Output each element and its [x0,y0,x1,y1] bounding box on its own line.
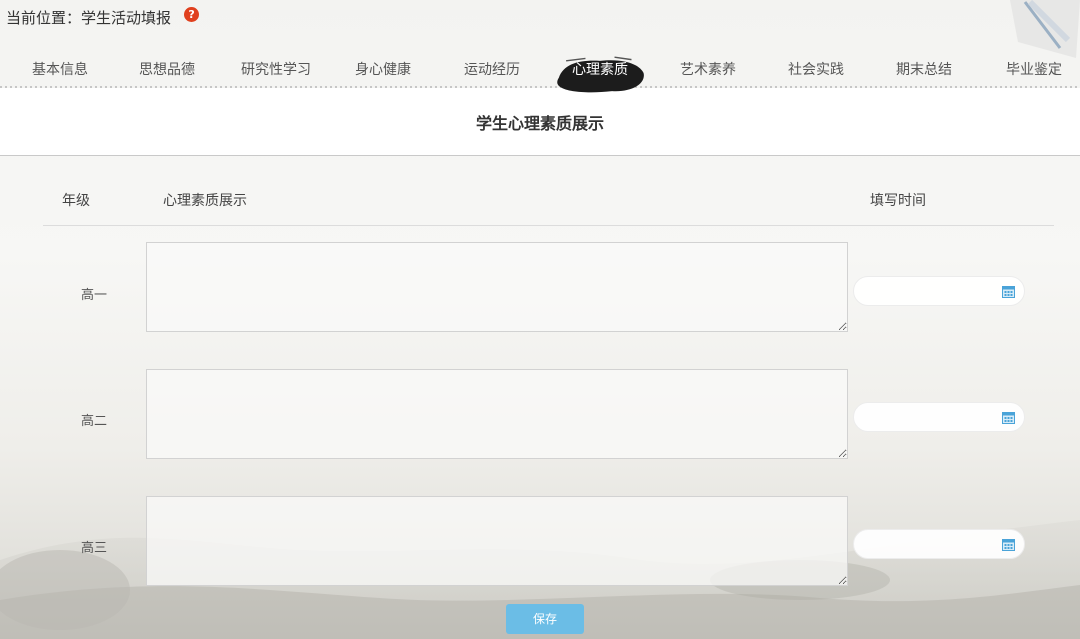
calendar-icon[interactable] [1002,285,1015,298]
tab-sports[interactable]: 运动经历 [462,54,522,86]
tab-semester-summary[interactable]: 期末总结 [894,54,954,86]
tab-health[interactable]: 身心健康 [353,54,413,86]
header-display: 心理素质展示 [163,193,247,209]
tab-research[interactable]: 研究性学习 [240,54,312,86]
psychology-textarea-3[interactable] [146,496,848,586]
calendar-icon[interactable] [1002,538,1015,551]
help-icon[interactable]: ? [184,7,200,22]
row-grade-2: 高二 [81,414,108,429]
calendar-icon[interactable] [1002,411,1015,424]
decorative-brush-icon [1010,0,1080,58]
header-grade: 年级 [62,193,90,209]
section-title: 学生心理素质展示 [475,114,604,133]
tab-art[interactable]: 艺术素养 [678,54,738,86]
title-divider [0,155,1080,156]
tab-divider [0,86,1080,88]
save-button[interactable]: 保存 [506,604,584,634]
row-grade-1: 高一 [81,288,108,303]
date-field-3[interactable] [853,529,1025,559]
date-field-1[interactable] [853,276,1025,306]
psychology-textarea-1[interactable] [146,242,848,332]
breadcrumb-current: 学生活动填报 [81,9,172,27]
header-divider [43,225,1054,226]
date-field-2[interactable] [853,402,1025,432]
breadcrumb-label: 当前位置： [6,9,82,27]
tab-graduation[interactable]: 毕业鉴定 [1004,54,1064,86]
row-grade-3: 高三 [81,541,108,556]
tab-psychology[interactable]: 心理素质 [557,54,644,93]
tab-moral[interactable]: 思想品德 [137,54,197,86]
psychology-textarea-2[interactable] [146,369,848,459]
header-time: 填写时间 [870,193,926,209]
tab-social[interactable]: 社会实践 [786,54,846,86]
breadcrumb: 当前位置： 学生活动填报 ? [6,7,200,28]
tab-basic-info[interactable]: 基本信息 [30,54,90,86]
